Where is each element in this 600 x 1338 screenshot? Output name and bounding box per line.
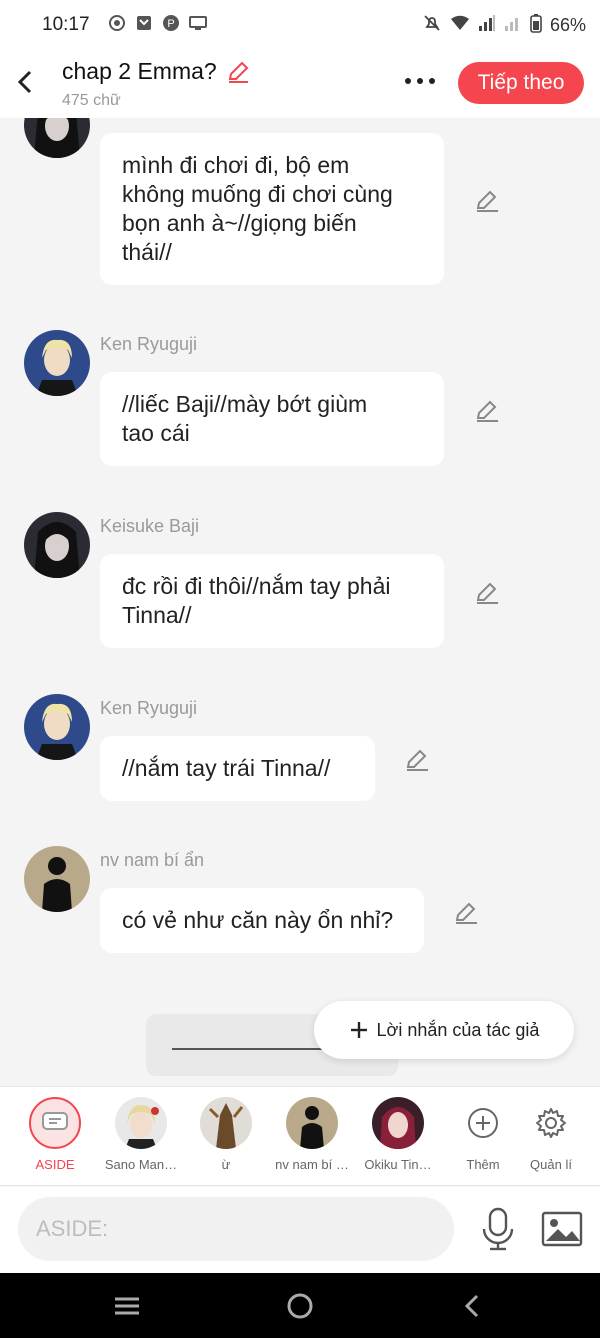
character-mystery-man[interactable]: nv nam bí … <box>272 1097 352 1172</box>
message-bubble[interactable]: //nắm tay trái Tinna// <box>100 736 375 801</box>
chapter-title[interactable]: chap 2 Emma? <box>62 58 251 85</box>
microphone-icon <box>482 1207 514 1251</box>
message-line: mình đi chơi đi, bộ em <box>122 152 350 178</box>
author-note-button[interactable]: Lời nhắn của tác giả <box>314 1001 574 1059</box>
more-options-button[interactable] <box>400 68 440 94</box>
inbox-notification-icon <box>135 14 153 32</box>
message-line: //nắm tay trái Tinna// <box>122 755 331 781</box>
plus-icon <box>350 1022 367 1038</box>
sender-name: Ken Ryuguji <box>100 698 198 718</box>
message-line: Tinna// <box>122 602 192 628</box>
character-bar: ASIDE Sano Man… ừ nv nam bí … Okiku Tin…… <box>0 1086 600 1186</box>
chat-area[interactable]: mình đi chơi đi, bộ em không muống đi ch… <box>0 118 600 1086</box>
message-bubble[interactable]: //liếc Baji//mày bớt giùm tao cái <box>100 372 444 466</box>
add-circle-icon <box>468 1108 498 1138</box>
avatar-ken[interactable] <box>24 330 90 396</box>
sender-name: Ken Ryuguji <box>100 334 198 354</box>
character-avatar <box>115 1097 167 1149</box>
nav-back-icon[interactable] <box>458 1291 488 1321</box>
edit-message-icon[interactable] <box>404 747 430 773</box>
system-navigation-bar <box>0 1273 600 1338</box>
edit-message-icon[interactable] <box>474 398 500 424</box>
character-avatar <box>200 1097 252 1149</box>
message-bubble[interactable]: có vẻ như căn này ổn nhỉ? <box>100 888 424 953</box>
message-line: tao cái <box>122 420 190 446</box>
add-character-icon-wrap <box>457 1097 509 1149</box>
edit-message-icon[interactable] <box>453 900 479 926</box>
draft-placeholder-line <box>172 1048 332 1050</box>
signal-icon <box>478 14 496 37</box>
status-time: 10:17 <box>42 14 90 35</box>
character-sano-manjiro[interactable]: Sano Man… <box>101 1097 181 1172</box>
svg-text:P: P <box>167 18 174 30</box>
manage-characters-button[interactable]: Quản lí <box>511 1097 591 1172</box>
header: chap 2 Emma? 475 chữ Tiếp theo <box>0 50 600 118</box>
character-u[interactable]: ừ <box>186 1097 266 1172</box>
recent-apps-icon[interactable] <box>112 1291 142 1321</box>
avatar-baji[interactable] <box>24 118 90 158</box>
message-line: bọn anh à~//giọng biến <box>122 210 357 236</box>
more-dots-icon <box>405 78 435 84</box>
character-avatar <box>286 1097 338 1149</box>
back-button[interactable] <box>12 64 42 100</box>
mute-icon <box>422 13 442 38</box>
gear-icon <box>536 1108 566 1138</box>
avatar-mystery-man[interactable] <box>24 846 90 912</box>
battery-percent: 66% <box>549 15 586 35</box>
image-icon <box>541 1211 583 1247</box>
system-icons: 66% <box>422 13 586 38</box>
word-count: 475 chữ <box>62 92 121 109</box>
message-bubble[interactable]: đc rồi đi thôi//nắm tay phải Tinna// <box>100 554 444 648</box>
aside-avatar <box>29 1097 81 1149</box>
edit-message-icon[interactable] <box>474 188 500 214</box>
wifi-icon <box>450 14 470 37</box>
character-label: ừ <box>221 1157 231 1172</box>
manage-characters-label: Quản lí <box>530 1157 572 1172</box>
input-bar <box>0 1187 600 1273</box>
screen-cast-icon <box>189 14 207 32</box>
message-bubble[interactable]: mình đi chơi đi, bộ em không muống đi ch… <box>100 133 444 285</box>
author-note-label: Lời nhắn của tác giả <box>376 1019 540 1040</box>
avatar-ken[interactable] <box>24 694 90 760</box>
sender-name: nv nam bí ẩn <box>100 850 205 870</box>
battery-icon <box>530 13 542 38</box>
sender-name: Keisuke Baji <box>100 516 200 536</box>
next-button[interactable]: Tiếp theo <box>458 62 584 104</box>
voice-input-button[interactable] <box>478 1207 518 1253</box>
character-label: nv nam bí … <box>275 1157 349 1172</box>
character-aside[interactable]: ASIDE <box>15 1097 95 1172</box>
message-line: không muống đi chơi cùng <box>122 181 393 207</box>
manage-icon-wrap <box>525 1097 577 1149</box>
message-line: đc rồi đi thôi//nắm tay phải <box>122 573 391 599</box>
signal-2-icon <box>504 14 522 37</box>
message-line: có vẻ như căn này ổn nhỉ? <box>122 907 394 933</box>
character-avatar <box>372 1097 424 1149</box>
character-label: Okiku Tin… <box>364 1157 432 1172</box>
character-okiku-tinna[interactable]: Okiku Tin… <box>358 1097 438 1172</box>
message-input[interactable] <box>18 1197 454 1261</box>
notification-icons: P <box>108 14 207 32</box>
back-arrow-icon <box>17 70 32 94</box>
pinterest-notification-icon: P <box>162 14 180 32</box>
chapter-title-text: chap 2 Emma? <box>62 58 217 84</box>
edit-message-icon[interactable] <box>474 580 500 606</box>
message-line: thái// <box>122 239 172 265</box>
status-bar: 10:17 P 66% <box>0 0 600 50</box>
avatar-baji[interactable] <box>24 512 90 578</box>
message-line: //liếc Baji//mày bớt giùm <box>122 391 368 417</box>
chat-bubble-icon <box>42 1112 68 1130</box>
character-label: Sano Man… <box>104 1157 178 1172</box>
home-icon[interactable] <box>285 1291 315 1321</box>
edit-title-icon[interactable] <box>225 59 251 85</box>
character-label: ASIDE <box>35 1157 75 1172</box>
settings-notification-icon <box>108 14 126 32</box>
insert-image-button[interactable] <box>540 1209 584 1249</box>
